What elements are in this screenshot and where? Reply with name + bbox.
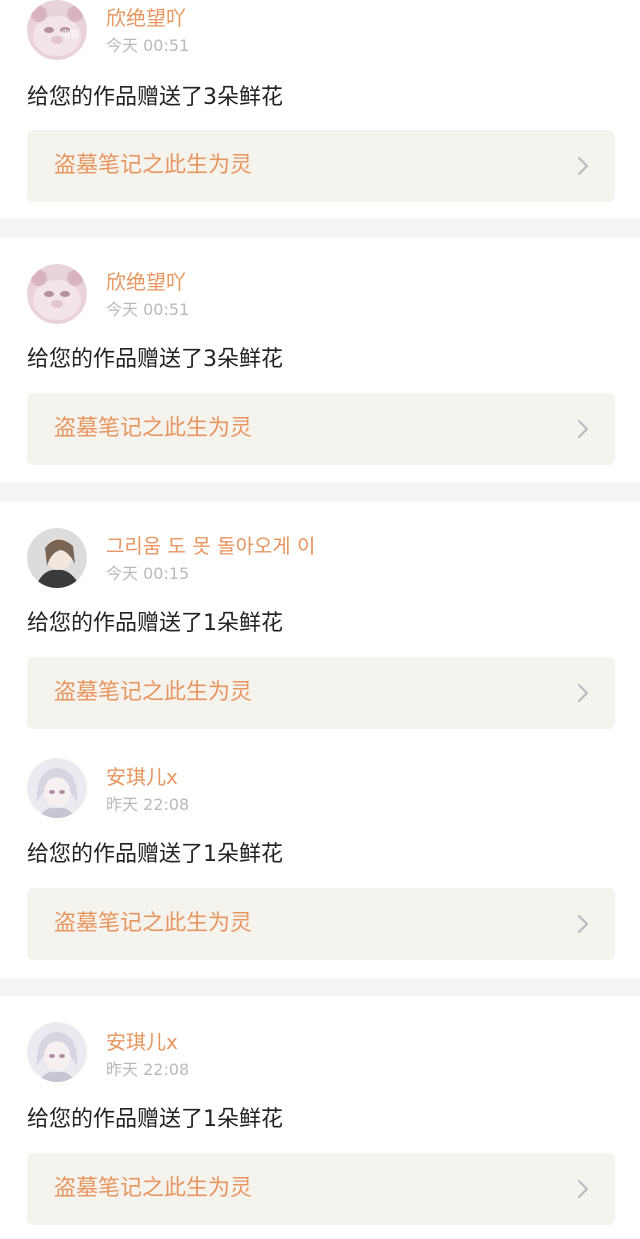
timestamp: 昨天 22:08 (106, 1060, 190, 1079)
timestamp: 昨天 22:08 (106, 795, 190, 814)
work-title: 盗墓笔记之此生为灵 (54, 416, 253, 441)
timestamp: 今天 00:15 (106, 564, 190, 583)
avatar[interactable] (27, 1022, 87, 1082)
chevron-right-icon (577, 914, 589, 934)
gift-message: 给您的作品赠送了3朵鲜花 (27, 347, 283, 372)
notification-card: 欣绝望吖 今天 00:51 给您的作品赠送了3朵鲜花 盗墓笔记之此生为灵 (0, 238, 640, 482)
work-link[interactable]: 盗墓笔记之此生为灵 (27, 130, 615, 202)
work-link[interactable]: 盗墓笔记之此生为灵 (27, 1153, 615, 1225)
avatar[interactable]: 电智 (27, 0, 87, 60)
chevron-right-icon (577, 156, 589, 176)
notification-card: 电智 欣绝望吖 今天 00:51 给您的作品赠送了3朵鲜花 盗墓笔记之此生为灵 (0, 0, 640, 218)
chevron-right-icon (577, 1179, 589, 1199)
gift-message: 给您的作品赠送了1朵鲜花 (27, 842, 283, 867)
gift-message: 给您的作品赠送了1朵鲜花 (27, 611, 283, 636)
work-link[interactable]: 盗墓笔记之此生为灵 (27, 888, 615, 960)
gift-message: 给您的作品赠送了1朵鲜花 (27, 1107, 283, 1132)
user-name[interactable]: 安琪儿x (106, 1030, 178, 1054)
avatar[interactable] (27, 758, 87, 818)
user-name[interactable]: 그리움 도 못 돌아오게 이 (106, 534, 315, 558)
avatar-badge: 电智 (61, 30, 80, 40)
work-title: 盗墓笔记之此生为灵 (54, 153, 253, 178)
notification-card: 安琪儿x 昨天 22:08 给您的作品赠送了1朵鲜花 盗墓笔记之此生为灵 (0, 996, 640, 1239)
timestamp: 今天 00:51 (106, 300, 190, 319)
chevron-right-icon (577, 683, 589, 703)
work-title: 盗墓笔记之此生为灵 (54, 911, 253, 936)
work-title: 盗墓笔记之此生为灵 (54, 1176, 253, 1201)
chevron-right-icon (577, 419, 589, 439)
user-name[interactable]: 欣绝望吖 (106, 6, 186, 30)
work-link[interactable]: 盗墓笔记之此生为灵 (27, 657, 615, 729)
user-name[interactable]: 安琪儿x (106, 765, 178, 789)
work-title: 盗墓笔记之此生为灵 (54, 680, 253, 705)
avatar[interactable] (27, 528, 87, 588)
notification-group: 그리움 도 못 돌아오게 이 今天 00:15 给您的作品赠送了1朵鲜花 盗墓笔… (0, 502, 640, 978)
work-link[interactable]: 盗墓笔记之此生为灵 (27, 393, 615, 465)
gift-message: 给您的作品赠送了3朵鲜花 (27, 85, 283, 110)
avatar[interactable] (27, 264, 87, 324)
user-name[interactable]: 欣绝望吖 (106, 270, 186, 294)
timestamp: 今天 00:51 (106, 36, 190, 55)
notification-feed: 电智 欣绝望吖 今天 00:51 给您的作品赠送了3朵鲜花 盗墓笔记之此生为灵 … (0, 0, 640, 1239)
